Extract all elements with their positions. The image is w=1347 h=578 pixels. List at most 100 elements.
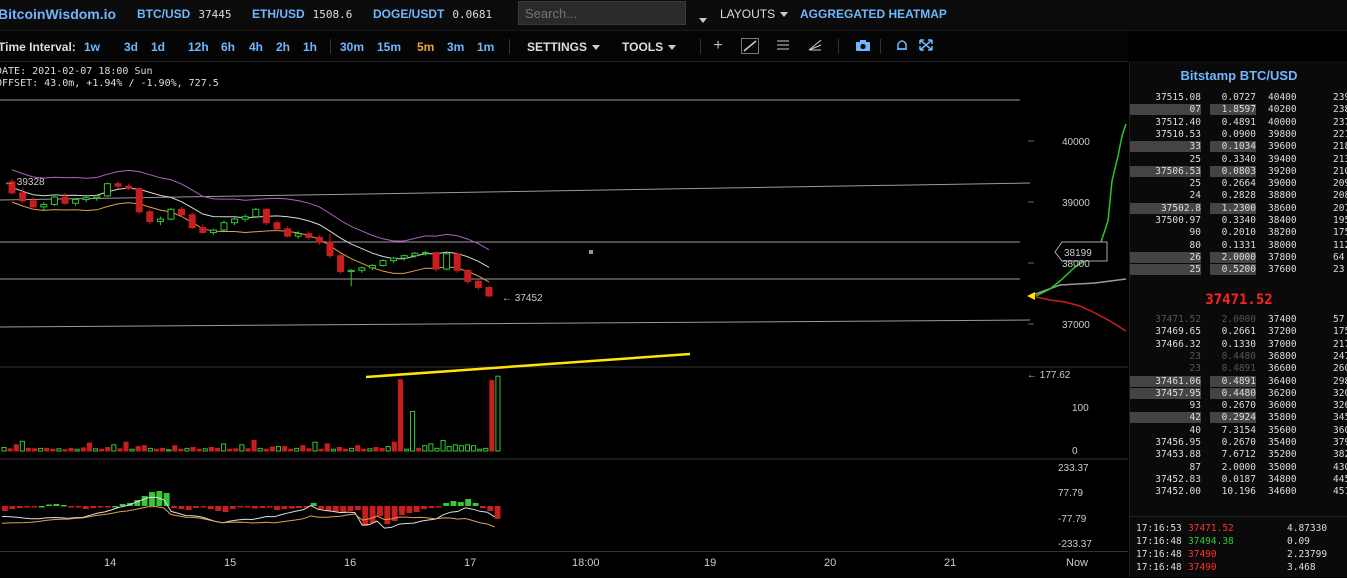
ask-amount: 2.0000 (1210, 251, 1256, 263)
camera-icon[interactable] (854, 38, 872, 54)
ask-level: 38400 (1268, 215, 1297, 226)
macd-bar (457, 502, 464, 506)
ask-row[interactable]: 37502.8 1.2300 38600 207 (1130, 202, 1347, 215)
interval-1d[interactable]: 1d (151, 40, 165, 54)
bid-row[interactable]: 37461.06 0.4891 36400 298 (1130, 375, 1347, 388)
bid-row[interactable]: 42 0.2924 35800 345 (1130, 412, 1347, 424)
bid-row[interactable]: 93 0.2670 36000 326 (1130, 400, 1347, 412)
macd-bar (281, 506, 288, 509)
bid-row[interactable]: 37466.32 0.1330 37000 217 (1130, 339, 1347, 351)
interval-15m[interactable]: 15m (377, 40, 401, 54)
layouts-menu[interactable]: LAYOUTS (720, 7, 789, 21)
volume-bar (13, 444, 19, 452)
interval-1h[interactable]: 1h (303, 40, 317, 54)
interval-2h[interactable]: 2h (276, 40, 290, 54)
candle (125, 185, 133, 190)
bid-row[interactable]: 40 7.3154 35600 360 (1130, 425, 1347, 437)
brand-logo[interactable]: BitcoinWisdom.io (0, 6, 116, 22)
interval-4h[interactable]: 4h (249, 40, 263, 54)
interval-1w[interactable]: 1w (84, 40, 100, 54)
interval-30m[interactable]: 30m (340, 40, 364, 54)
order-book-title[interactable]: Bitstamp BTC/USD (1130, 68, 1347, 83)
bid-row[interactable]: 23 0.4891 36600 260 (1130, 363, 1347, 375)
ask-row[interactable]: 26 2.0000 37800 64 (1130, 251, 1347, 264)
chevron-down-icon (699, 18, 707, 24)
volume-bar (373, 446, 379, 452)
bid-amount: 0.2924 (1210, 412, 1256, 424)
line-tool-glyph (743, 40, 757, 52)
ask-row[interactable]: 37512.40 0.4891 40000 237 (1130, 117, 1347, 129)
layouts-label: LAYOUTS (720, 7, 776, 21)
interval-3d[interactable]: 3d (124, 40, 138, 54)
macd-bar (222, 506, 229, 512)
bid-level: 37400 (1268, 314, 1297, 325)
ticker-btc[interactable]: BTC/USD 37445 (137, 7, 231, 21)
bid-row[interactable]: 87 2.0000 35000 430 (1130, 462, 1347, 474)
trade-row: 17:16:48 37490 3.468 (1130, 562, 1347, 575)
ask-row[interactable]: 37500.97 0.3340 38400 195 (1130, 215, 1347, 227)
interval-5m[interactable]: 5m (417, 40, 434, 54)
bid-row[interactable]: 37469.65 0.2661 37200 175 (1130, 326, 1347, 338)
interval-12h[interactable]: 12h (188, 40, 209, 54)
candle (114, 183, 122, 187)
ask-row[interactable]: 37506.53 0.0803 39200 210 (1130, 165, 1347, 178)
fan-tool-glyph (808, 39, 822, 51)
ask-depth-curve (1035, 123, 1127, 297)
search-input[interactable] (518, 1, 686, 25)
horizontal-lines-icon[interactable] (774, 38, 792, 54)
bid-row[interactable]: 37456.95 0.2670 35400 379 (1130, 437, 1347, 449)
chevron-down-icon (592, 45, 601, 51)
bid-price: 37457.95 (1130, 387, 1201, 399)
ask-level: 39400 (1268, 153, 1297, 165)
aggregated-heatmap-link[interactable]: AGGREGATED HEATMAP (800, 7, 947, 21)
interval-6h[interactable]: 6h (221, 40, 235, 54)
time-axis-label: 21 (944, 557, 957, 569)
ask-amount: 0.0900 (1221, 128, 1256, 140)
bell-icon[interactable] (893, 38, 911, 54)
fan-tool-icon[interactable] (806, 38, 824, 54)
bid-row[interactable]: 37452.00 10.196 34600 451 (1130, 486, 1347, 498)
macd-tick-label: -77.79 (1058, 514, 1087, 525)
ticker-eth[interactable]: ETH/USD 1508.6 (252, 7, 352, 21)
volume-bar (99, 448, 105, 452)
settings-menu[interactable]: SETTINGS (527, 40, 601, 54)
macd-bar (229, 506, 236, 509)
interval-1m[interactable]: 1m (477, 40, 494, 54)
ask-row[interactable]: 33 0.1034 39600 218 (1130, 141, 1347, 153)
ask-row[interactable]: 25 0.3340 39400 213 (1130, 154, 1347, 166)
depth-level-line (1029, 278, 1127, 297)
tools-menu[interactable]: TOOLS (622, 40, 677, 54)
ask-row[interactable]: 25 0.2664 39000 209 (1130, 178, 1347, 190)
bid-row[interactable]: 37452.83 0.0187 34800 445 (1130, 474, 1347, 486)
search-dropdown-button[interactable] (694, 12, 707, 30)
ask-level: 39000 (1268, 178, 1297, 190)
ask-row[interactable]: 37510.53 0.0900 39800 221 (1130, 129, 1347, 141)
candle (485, 286, 493, 297)
bid-level: 37200 (1268, 326, 1297, 338)
bid-row[interactable]: 23 0.4480 36800 247 (1130, 351, 1347, 363)
ask-row[interactable]: 07 1.8597 40200 238 (1130, 104, 1347, 116)
volume-bar (330, 448, 336, 452)
macd-bar (9, 506, 16, 509)
ask-row[interactable]: 90 0.2010 38200 175 (1130, 227, 1347, 239)
ask-row[interactable]: 25 0.5200 37600 23 (1130, 264, 1347, 276)
bid-row[interactable]: 37471.52 2.0000 37400 57 (1130, 314, 1347, 326)
volume-bar (56, 448, 62, 452)
bid-row[interactable]: 37457.95 0.4480 36200 320 (1130, 387, 1347, 400)
ticker-doge[interactable]: DOGE/USDT 0.0681 (373, 7, 492, 21)
ask-row[interactable]: 80 0.1331 38000 112 (1130, 240, 1347, 252)
ask-row[interactable]: 24 0.2828 38800 208 (1130, 190, 1347, 202)
macd-bar (53, 504, 60, 506)
fullscreen-icon[interactable] (917, 38, 935, 54)
ask-price: 37500.97 (1155, 215, 1201, 226)
bid-row[interactable]: 37453.88 7.6712 35200 382 (1130, 449, 1347, 461)
macd-bar (215, 506, 222, 511)
trade-price: 37471.52 (1188, 523, 1234, 534)
interval-3m[interactable]: 3m (447, 40, 464, 54)
line-tool-icon[interactable] (741, 38, 759, 54)
candle (474, 280, 482, 288)
price-chart[interactable]: ← 39328 ← 37452 38199 ← 177.62 40000 39000 380… (0, 61, 1128, 551)
crosshair-icon[interactable]: + (709, 38, 727, 54)
ask-cum: 237 (1333, 116, 1347, 128)
ask-row[interactable]: 37515.08 0.0727 40400 239 (1130, 92, 1347, 104)
